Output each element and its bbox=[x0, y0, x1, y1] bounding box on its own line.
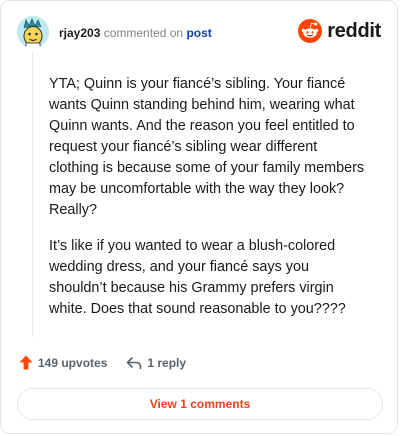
commented-on-text: commented on bbox=[103, 26, 184, 40]
reddit-snoo-icon bbox=[298, 19, 323, 43]
user-avatar[interactable] bbox=[17, 16, 49, 48]
avatar-illustration bbox=[17, 16, 49, 48]
reply-count: 1 reply bbox=[147, 355, 187, 370]
reply-button[interactable]: 1 reply bbox=[126, 356, 186, 370]
comment-header: rjay203 commented on post bbox=[59, 25, 212, 41]
comment-paragraph-1: YTA; Quinn is your fiancé’s sibling. You… bbox=[49, 76, 365, 218]
comment-body: YTA; Quinn is your fiancé’s sibling. You… bbox=[49, 74, 369, 335]
comment-actions: 149 upvotes 1 reply bbox=[19, 355, 186, 370]
reply-arrow-icon bbox=[127, 356, 142, 369]
view-comments-button[interactable]: View 1 comments bbox=[17, 388, 383, 420]
username-link[interactable]: rjay203 bbox=[59, 26, 100, 40]
reddit-logo[interactable]: reddit bbox=[298, 19, 381, 43]
upvote-count: 149 upvotes bbox=[38, 355, 108, 370]
comment-paragraph-2: It’s like if you wanted to wear a blush-… bbox=[49, 238, 346, 317]
comment-card: rjay203 commented on post reddit YTA; Qu… bbox=[0, 0, 398, 434]
thread-line bbox=[32, 53, 33, 337]
upvote-button[interactable]: 149 upvotes bbox=[19, 355, 107, 370]
reddit-wordmark: reddit bbox=[327, 19, 381, 42]
post-link[interactable]: post bbox=[186, 26, 211, 40]
upvote-arrow-icon bbox=[19, 355, 33, 370]
